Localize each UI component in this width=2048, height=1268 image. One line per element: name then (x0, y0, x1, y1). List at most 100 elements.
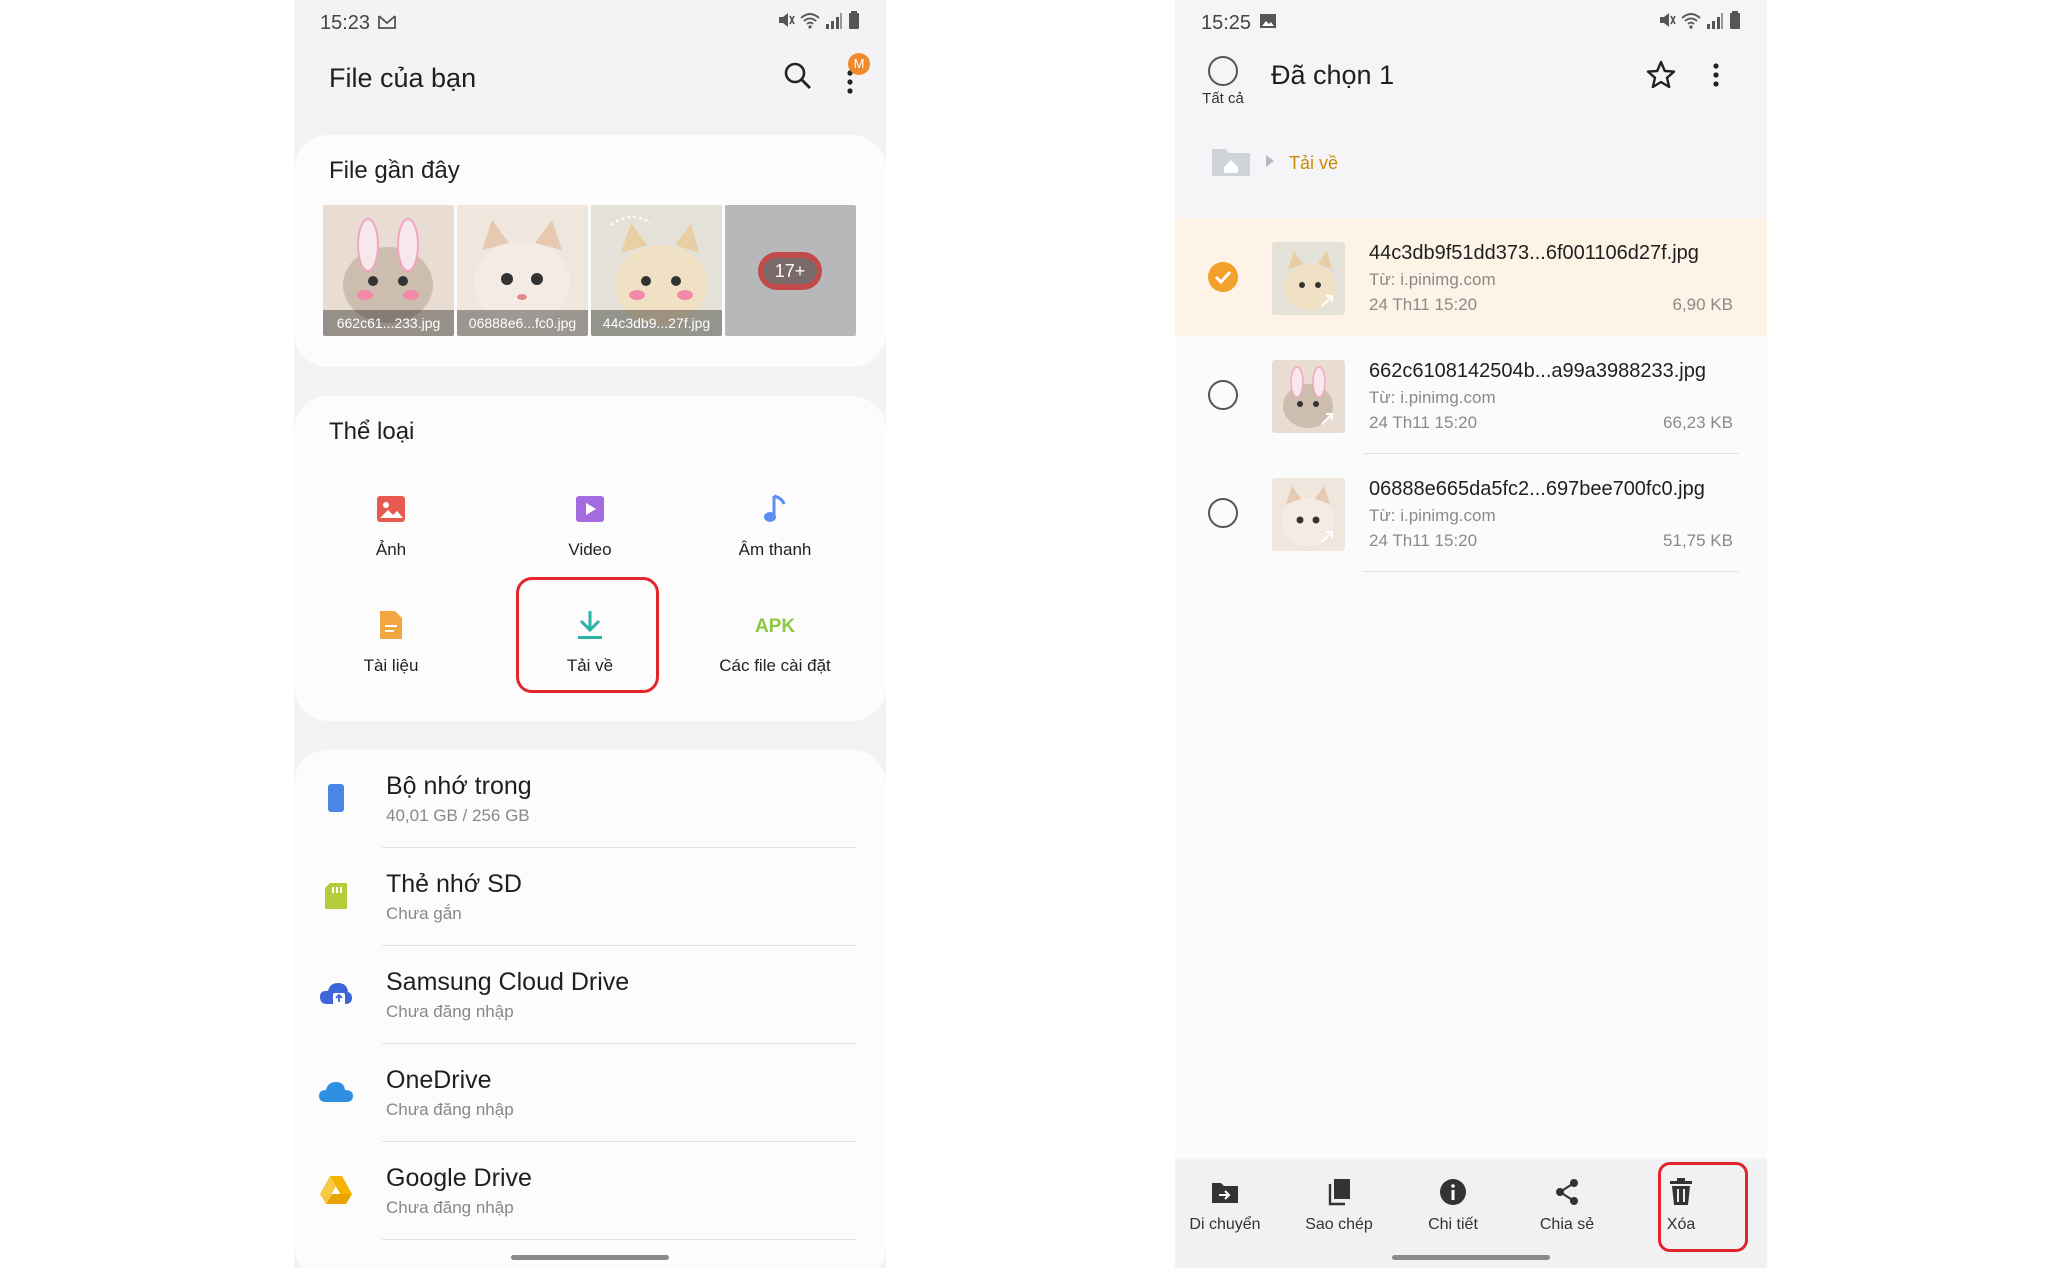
category-label: Các file cài đặt (719, 656, 831, 675)
move-button[interactable]: Di chuyển (1175, 1176, 1275, 1234)
categories-title: Thể loại (329, 418, 415, 445)
wifi-icon (800, 12, 820, 35)
more-options-icon[interactable] (1712, 61, 1720, 94)
gallery-icon (1259, 12, 1277, 35)
checkmark-icon (1214, 270, 1232, 285)
status-time: 15:25 (1201, 11, 1252, 34)
wifi-icon (1681, 12, 1701, 35)
category-images[interactable]: Ảnh (306, 486, 476, 560)
file-date: 24 Th11 15:20 (1369, 413, 1478, 432)
thumb-caption: 662c61...233.jpg (323, 310, 454, 336)
right-phone-screen: 15:25 Tất cả Đã chọn 1 Tải về 44c3db9f51… (1175, 0, 1767, 1268)
file-size: 6,90 KB (1672, 295, 1734, 314)
storage-sub: Chưa đăng nhập (386, 1002, 514, 1021)
file-name: 06888e665da5fc2...697bee700fc0.jpg (1369, 478, 1705, 500)
recent-files-title: File gần đây (329, 157, 460, 184)
selection-bar: Tất cả Đã chọn 1 (1197, 56, 1745, 116)
select-all-checkbox[interactable] (1208, 56, 1238, 86)
storage-name: Thẻ nhớ SD (386, 870, 522, 898)
info-icon (1439, 1178, 1467, 1211)
category-documents[interactable]: Tài liệu (306, 602, 476, 676)
breadcrumb-arrow-icon (1265, 154, 1275, 173)
storage-sub: Chưa đăng nhập (386, 1100, 514, 1119)
highlight-delete (1658, 1162, 1748, 1252)
more-count: 17+ (763, 258, 817, 284)
file-row[interactable]: 662c6108142504b...a99a3988233.jpg Từ: i.… (1175, 336, 1767, 454)
file-checkbox[interactable] (1208, 498, 1238, 528)
file-size: 51,75 KB (1663, 531, 1733, 550)
action-label: Chia sẻ (1539, 1216, 1595, 1233)
file-name: 662c6108142504b...a99a3988233.jpg (1369, 360, 1706, 382)
more-recent-button[interactable]: 17+ (725, 205, 856, 336)
action-label: Sao chép (1305, 1216, 1373, 1233)
file-list: 44c3db9f51dd373...6f001106d27f.jpg Từ: i… (1175, 218, 1767, 1158)
apk-icon: APK (754, 616, 796, 637)
star-icon[interactable] (1646, 60, 1676, 95)
action-label: Di chuyển (1189, 1216, 1261, 1233)
storage-item-internal[interactable]: Bộ nhớ trong 40,01 GB / 256 GB (294, 750, 886, 848)
storage-name: Google Drive (386, 1164, 532, 1192)
file-date: 24 Th11 15:20 (1369, 531, 1478, 550)
copy-icon (1327, 1178, 1351, 1211)
category-label: Video (568, 540, 612, 559)
file-thumbnail (1272, 242, 1345, 315)
navigation-handle[interactable] (511, 1255, 669, 1260)
file-source: Từ: i.pinimg.com (1369, 270, 1496, 289)
video-icon (575, 495, 605, 528)
status-bar: 15:23 (320, 10, 860, 36)
file-thumbnail (1272, 360, 1345, 433)
share-button[interactable]: Chia sẻ (1517, 1176, 1617, 1234)
select-all-label: Tất cả (1202, 90, 1244, 107)
storage-name: OneDrive (386, 1066, 492, 1094)
copy-button[interactable]: Sao chép (1289, 1176, 1389, 1234)
details-button[interactable]: Chi tiết (1403, 1176, 1503, 1234)
storage-item-onedrive[interactable]: OneDrive Chưa đăng nhập (294, 1044, 886, 1142)
file-checkbox[interactable] (1208, 380, 1238, 410)
storage-name: Samsung Cloud Drive (386, 968, 630, 996)
thumb-caption: 44c3db9...27f.jpg (591, 310, 722, 336)
breadcrumb-folder[interactable]: Tải về (1289, 153, 1338, 174)
status-bar: 15:25 (1201, 10, 1741, 36)
file-checkbox[interactable] (1208, 262, 1238, 292)
navigation-handle[interactable] (1392, 1255, 1550, 1260)
category-install-files[interactable]: APK Các file cài đặt (690, 602, 860, 676)
recent-thumb[interactable]: 662c61...233.jpg (323, 205, 454, 336)
page-title: File của bạn (329, 62, 477, 93)
recent-thumb[interactable]: 06888e6...fc0.jpg (457, 205, 588, 336)
samsung-cloud-icon (319, 980, 353, 1013)
select-all-toggle[interactable]: Tất cả (1197, 56, 1249, 107)
document-icon (379, 610, 403, 645)
thumb-caption: 06888e6...fc0.jpg (457, 310, 588, 336)
share-icon (1554, 1178, 1580, 1211)
category-video[interactable]: Video (505, 486, 675, 560)
music-note-icon (762, 494, 788, 529)
onedrive-icon (318, 1080, 354, 1109)
status-time: 15:23 (320, 11, 371, 34)
battery-icon (1729, 11, 1741, 35)
category-label: Tài liệu (363, 656, 419, 675)
storage-sub: 40,01 GB / 256 GB (386, 806, 530, 825)
search-icon[interactable] (784, 62, 812, 95)
file-source: Từ: i.pinimg.com (1369, 388, 1496, 407)
image-icon (376, 495, 406, 528)
file-source: Từ: i.pinimg.com (1369, 506, 1496, 525)
storage-sub: Chưa gắn (386, 904, 462, 923)
action-label: Chi tiết (1428, 1216, 1478, 1233)
file-row[interactable]: 44c3db9f51dd373...6f001106d27f.jpg Từ: i… (1175, 218, 1767, 336)
home-folder-icon[interactable] (1211, 145, 1251, 182)
notification-badge: M (848, 53, 870, 75)
file-name: 44c3db9f51dd373...6f001106d27f.jpg (1369, 242, 1699, 264)
mute-icon (777, 11, 795, 35)
more-options-button[interactable]: M (846, 53, 870, 94)
file-row[interactable]: 06888e665da5fc2...697bee700fc0.jpg Từ: i… (1175, 454, 1767, 572)
breadcrumb: Tải về (1211, 145, 1338, 181)
category-audio[interactable]: Âm thanh (690, 486, 860, 560)
category-label: Ảnh (375, 540, 407, 559)
storage-item-samsung-cloud[interactable]: Samsung Cloud Drive Chưa đăng nhập (294, 946, 886, 1044)
storage-item-sd[interactable]: Thẻ nhớ SD Chưa gắn (294, 848, 886, 946)
recent-thumb[interactable]: 44c3db9...27f.jpg (591, 205, 722, 336)
category-label: Âm thanh (738, 540, 812, 559)
mail-icon (378, 12, 396, 35)
storage-item-google-drive[interactable]: Google Drive Chưa đăng nhập (294, 1142, 886, 1240)
phone-storage-icon (326, 783, 346, 818)
